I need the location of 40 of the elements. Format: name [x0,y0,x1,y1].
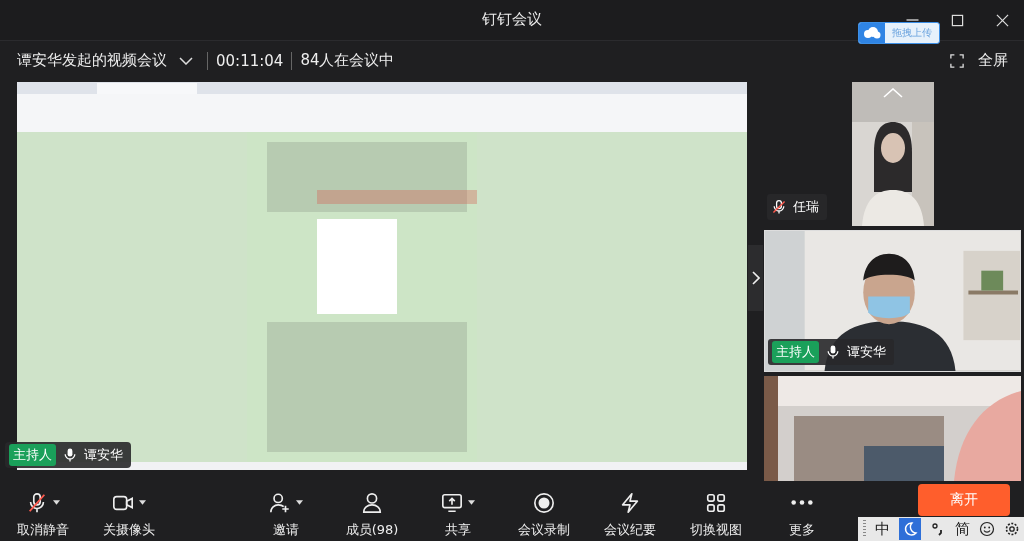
record-icon [533,491,555,514]
add-person-icon [269,491,291,514]
toolbar-button[interactable]: 关摄像头 [86,482,172,539]
cloud-icon [859,23,885,43]
maximize-icon[interactable] [951,13,964,27]
participant-name: 谭安华 [847,343,886,362]
smiley-icon[interactable] [978,521,995,537]
meeting-duration: 00:11:04 [215,51,285,70]
mic-muted-icon [26,491,48,514]
toolbar-button[interactable]: 切换视图 [673,482,759,539]
chevron-down-icon [179,56,193,65]
toolbar-button[interactable]: 成员(98) [329,482,415,539]
settings-icon[interactable] [1003,521,1020,537]
fullscreen-button[interactable]: 全屏 [950,51,1008,71]
fullscreen-icon [950,53,964,68]
grid-icon [705,491,727,514]
chevron-right-icon [751,271,760,286]
toolbar-button[interactable]: 更多 [759,482,845,539]
more-icon [791,500,813,506]
person-icon [361,491,383,514]
meeting-title-dropdown[interactable]: 谭安华发起的视频会议 [17,51,207,71]
ime-mode[interactable]: 中 [874,519,890,539]
toolbar-button[interactable]: 邀请 [243,482,329,539]
lightning-icon [619,491,641,514]
collapse-panel-button[interactable] [748,245,763,312]
window-title: 钉钉会议 [482,10,542,30]
toolbar-button[interactable]: 会议纪要 [587,482,673,539]
participant-name: 任瑞 [792,198,819,217]
host-tag: 主持人 [9,444,56,467]
participant-count: 84人在会议中 [299,51,396,71]
toolbar-button[interactable]: 取消静音 [0,482,86,539]
close-icon[interactable] [996,13,1009,27]
toolbar-button[interactable]: 会议录制 [501,482,587,539]
moon-icon[interactable] [898,518,921,540]
toolbar-button[interactable]: 共享 [415,482,501,539]
host-tag: 主持人 [772,341,819,364]
ime-script[interactable]: 简 [954,519,970,539]
screen-share-icon [441,491,463,514]
speaker-name: 谭安华 [84,446,123,465]
upload-label: 拖拽上传 [891,26,933,40]
